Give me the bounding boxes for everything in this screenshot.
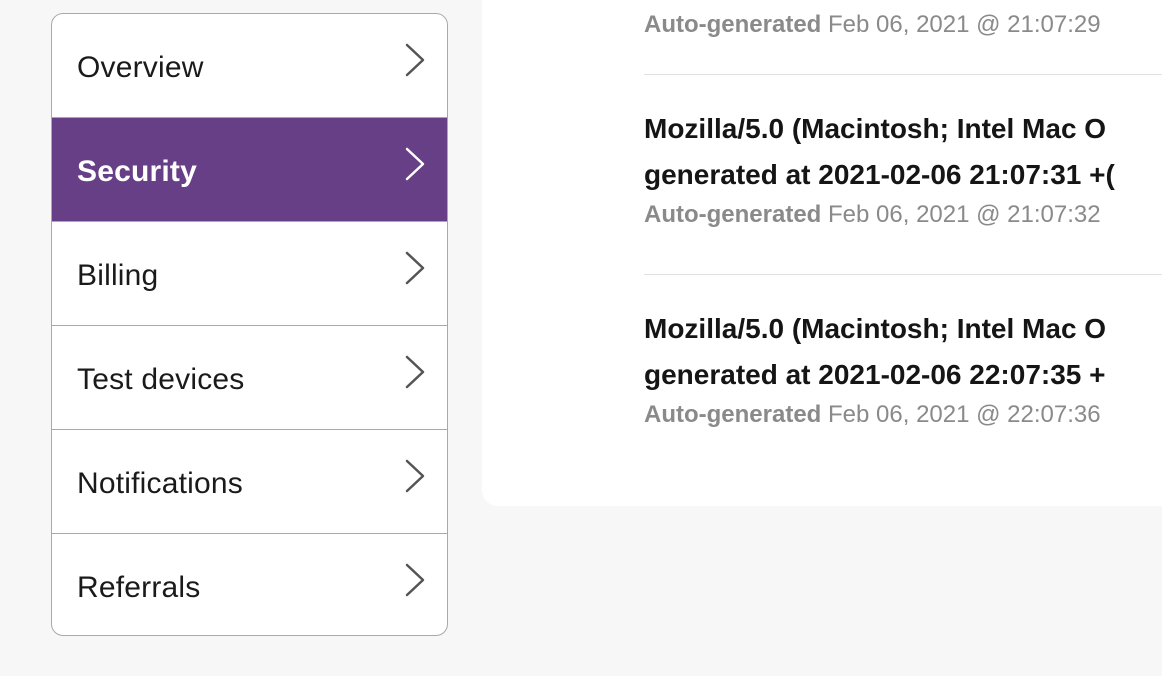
sidebar-item-referrals[interactable]: Referrals: [52, 534, 447, 635]
session-title-line: Mozilla/5.0 (Macintosh; Intel Mac O: [644, 313, 1107, 344]
sidebar-item-label: Overview: [77, 50, 204, 84]
sidebar-item-notifications[interactable]: Notifications: [52, 430, 447, 534]
chevron-right-icon: [403, 250, 427, 286]
session-item: Mozilla/5.0 (Macintosh; Intel Mac O gene…: [644, 106, 1162, 230]
session-source: Auto-generated: [644, 401, 822, 428]
session-divider: [644, 274, 1162, 275]
sidebar-item-billing[interactable]: Billing: [52, 222, 447, 326]
sessions-panel: [482, 0, 1162, 506]
session-timestamp: Feb 06, 2021 @ 22:07:36: [828, 401, 1101, 428]
chevron-right-icon: [403, 458, 427, 494]
sidebar-item-label: Notifications: [77, 466, 244, 500]
session-meta: Auto-generated Feb 06, 2021 @ 21:07:32: [644, 200, 1162, 230]
chevron-right-icon: [403, 146, 427, 182]
session-title-line: generated at 2021-02-06 22:07:35 +: [644, 359, 1106, 390]
session-divider: [644, 74, 1162, 75]
session-source: Auto-generated: [644, 201, 822, 228]
sidebar-item-overview[interactable]: Overview: [52, 14, 447, 118]
session-title-line: generated at 2021-02-06 21:07:31 +(: [644, 159, 1115, 190]
sidebar-item-label: Billing: [77, 258, 159, 292]
sidebar-item-security[interactable]: Security: [52, 118, 447, 222]
sidebar-item-test-devices[interactable]: Test devices: [52, 326, 447, 430]
sidebar-item-label: Referrals: [77, 571, 201, 604]
session-meta: Auto-generated Feb 06, 2021 @ 22:07:36: [644, 400, 1162, 430]
sidebar-item-label: Test devices: [77, 362, 245, 396]
chevron-right-icon: [403, 562, 427, 598]
session-item: Auto-generated Feb 06, 2021 @ 21:07:29: [644, 10, 1162, 40]
session-item: Mozilla/5.0 (Macintosh; Intel Mac O gene…: [644, 306, 1162, 430]
session-title-line: Mozilla/5.0 (Macintosh; Intel Mac O: [644, 113, 1107, 144]
chevron-right-icon: [403, 42, 427, 78]
session-timestamp: Feb 06, 2021 @ 21:07:32: [828, 201, 1101, 228]
session-source: Auto-generated: [644, 11, 822, 38]
sidebar-item-label: Security: [77, 154, 197, 188]
settings-sidebar: Overview Security Billing Test devices N…: [51, 13, 448, 636]
chevron-right-icon: [403, 354, 427, 390]
session-timestamp: Feb 06, 2021 @ 21:07:29: [828, 11, 1101, 38]
session-meta: Auto-generated Feb 06, 2021 @ 21:07:29: [644, 10, 1162, 40]
